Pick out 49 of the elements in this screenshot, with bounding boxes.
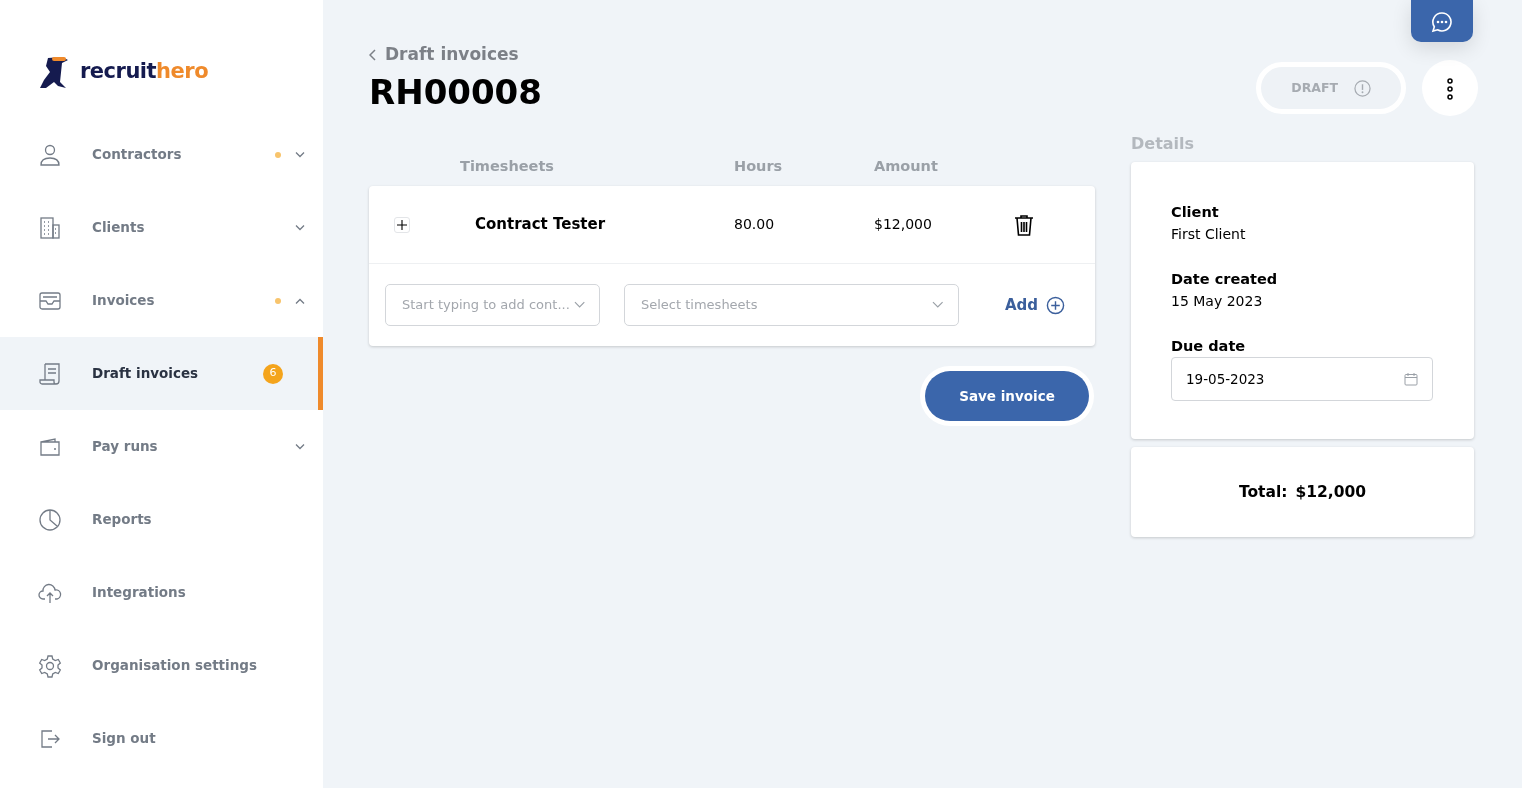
sidebar-item[interactable]: Integrations [0, 556, 323, 629]
chat-bubble-icon [1431, 10, 1453, 33]
back-link[interactable]: Draft invoices [369, 42, 519, 68]
chevron-down-icon [573, 301, 585, 309]
gear-icon [38, 653, 62, 678]
timesheets-field[interactable]: Select timesheets [624, 284, 959, 326]
sidebar-item[interactable]: Organisation settings [0, 629, 323, 702]
total-value: $12,000 [1295, 481, 1367, 503]
due-date-field[interactable]: 19-05-2023 [1171, 357, 1433, 402]
field-value: 15 May 2023 [1171, 291, 1264, 311]
field-label: Due date [1171, 336, 1247, 356]
calendar-icon [1404, 372, 1418, 387]
trash-icon[interactable] [1014, 212, 1034, 237]
logo-text: hero [156, 59, 209, 84]
chat-button[interactable] [1411, 0, 1473, 42]
count-badge: 6 [263, 363, 283, 384]
sidebar-item[interactable]: Draft invoices 6 [0, 337, 323, 410]
field-label: Client [1171, 203, 1220, 222]
field-label: Date created [1171, 269, 1279, 289]
add-button[interactable]: Add [999, 292, 1072, 318]
sidebar-item[interactable]: Contractors [0, 118, 323, 191]
sidebar-item[interactable]: Reports [0, 483, 323, 556]
table-cell-text: Contract Tester [475, 214, 607, 236]
chevron-down-icon [932, 301, 944, 309]
invoice-title: RH00008 [369, 71, 542, 113]
sidebar-item[interactable]: Clients [0, 191, 323, 264]
person-icon [38, 142, 62, 167]
logo-text: recruit [80, 59, 157, 84]
building-icon [38, 215, 62, 240]
sidebar-item[interactable]: Sign out [0, 702, 323, 775]
sidebar-item[interactable]: Pay runs [0, 410, 323, 483]
plus-circle-icon [1046, 295, 1066, 315]
column-header: Timesheets [460, 157, 555, 177]
table-cell-text: 80.00 [734, 215, 776, 234]
column-header: Hours [734, 157, 784, 177]
info-icon [1354, 79, 1371, 97]
table-cell-text: $12,000 [874, 215, 933, 234]
section-heading: Details [1131, 133, 1196, 155]
status-label: DRAFT [1291, 78, 1338, 97]
more-vertical-icon [1447, 77, 1453, 100]
pie-chart-icon [38, 507, 62, 532]
receipt-icon [38, 361, 62, 386]
field-value: First Client [1171, 224, 1247, 244]
expand-button[interactable] [394, 216, 410, 233]
contractor-field[interactable]: Start typing to add cont... [385, 284, 600, 326]
sidebar-item[interactable]: Invoices [0, 264, 323, 337]
chevron-left-icon [369, 48, 377, 61]
column-header: Amount [874, 157, 938, 177]
total-label: Total: [1238, 481, 1288, 503]
